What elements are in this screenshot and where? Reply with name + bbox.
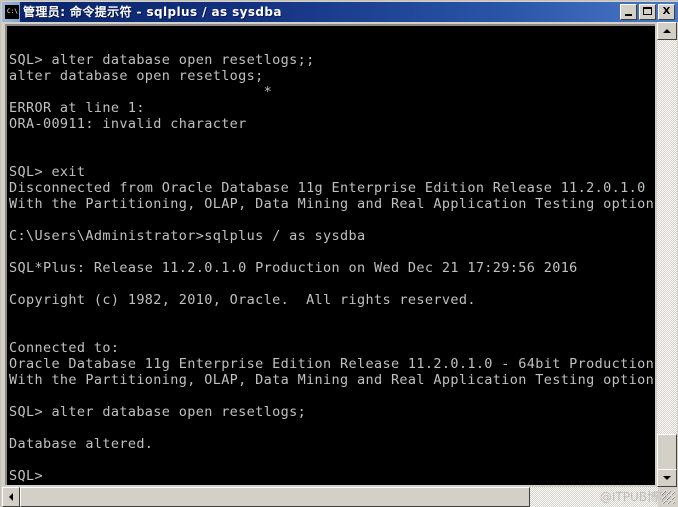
console-window: C:\ 管理员: 命令提示符 - sqlplus / as sysdba X S… [0, 0, 678, 507]
window-controls: X [620, 4, 675, 20]
terminal-line: ERROR at line 1: [9, 100, 145, 116]
terminal-line: SQL> alter database open resetlogs; [9, 404, 307, 420]
terminal-line: SQL*Plus: Release 11.2.0.1.0 Production … [9, 260, 578, 276]
terminal-lines: SQL> alter database open resetlogs;; alte… [9, 36, 655, 484]
minimize-icon [625, 14, 632, 16]
terminal-line: C:\Users\Administrator>sqlplus / as sysd… [9, 228, 366, 244]
minimize-button[interactable] [620, 4, 637, 20]
window-title: 管理员: 命令提示符 - sqlplus / as sysdba [23, 5, 282, 19]
terminal-line: SQL> exit [9, 164, 86, 180]
vertical-scroll-track[interactable] [657, 40, 677, 469]
close-button[interactable]: X [658, 4, 675, 20]
maximize-button[interactable] [639, 4, 656, 20]
terminal-line: With the Partitioning, OLAP, Data Mining… [9, 196, 655, 212]
terminal-output[interactable]: SQL> alter database open resetlogs;; alte… [5, 24, 655, 485]
scroll-left-arrow[interactable] [2, 487, 20, 507]
terminal-line: SQL> [9, 468, 52, 484]
terminal-line: * [9, 84, 273, 100]
terminal-line: Connected to: [9, 340, 120, 356]
close-icon: X [662, 6, 671, 17]
terminal-line: ORA-00911: invalid character [9, 116, 247, 132]
resize-grip[interactable] [661, 490, 675, 504]
chevron-up-icon [663, 29, 671, 33]
vertical-scrollbar[interactable] [657, 22, 677, 487]
cmd-icon[interactable]: C:\ [5, 5, 19, 19]
terminal-line: Disconnected from Oracle Database 11g En… [9, 180, 655, 196]
vertical-scroll-thumb[interactable] [657, 434, 677, 472]
chevron-left-icon [9, 493, 13, 501]
title-bar[interactable]: C:\ 管理员: 命令提示符 - sqlplus / as sysdba X [2, 2, 678, 22]
terminal-line: Database altered. [9, 436, 154, 452]
chevron-down-icon [663, 476, 671, 480]
maximize-icon [643, 7, 652, 15]
horizontal-scrollbar[interactable] [2, 487, 658, 507]
cmd-icon-prompt-glyph: C:\ [7, 8, 18, 15]
scroll-up-arrow[interactable] [657, 22, 677, 40]
terminal-line: With the Partitioning, OLAP, Data Mining… [9, 372, 655, 388]
scroll-down-arrow[interactable] [657, 469, 677, 487]
terminal-line: alter database open resetlogs; [9, 68, 264, 84]
terminal-line: Oracle Database 11g Enterprise Edition R… [9, 356, 655, 372]
terminal-line: Copyright (c) 1982, 2010, Oracle. All ri… [9, 292, 476, 308]
console-frame: SQL> alter database open resetlogs;; alte… [2, 22, 678, 507]
terminal-line: SQL> alter database open resetlogs;; [9, 52, 315, 68]
horizontal-scroll-thumb[interactable] [20, 487, 530, 507]
